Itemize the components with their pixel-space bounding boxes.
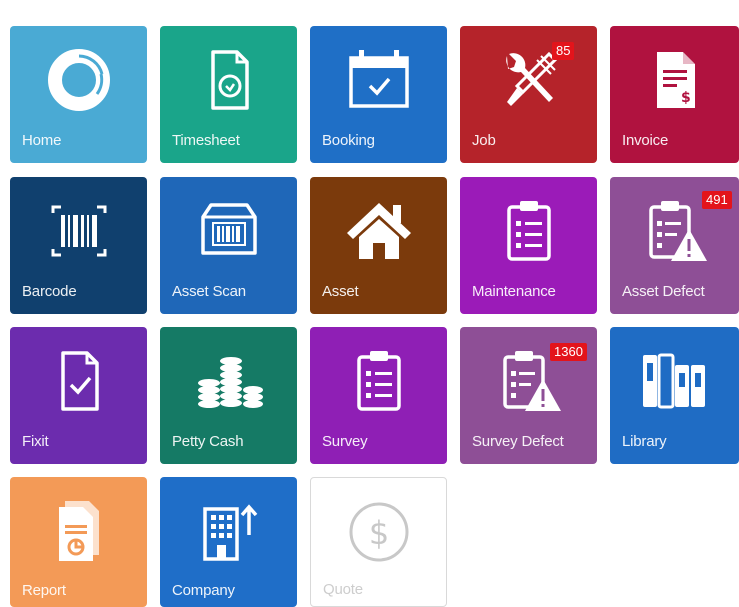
tile-survey-defect[interactable]: 1360 Survey Defect (460, 327, 597, 464)
notification-badge: 491 (702, 191, 732, 209)
tile-label: Survey (322, 433, 368, 450)
tile-maintenance[interactable]: Maintenance (460, 177, 597, 314)
tile-asset-defect[interactable]: 491 Asset Defect (610, 177, 739, 314)
tile-label: Quote (323, 581, 363, 598)
tile-label: Report (22, 582, 66, 599)
report-chart-icon (10, 493, 147, 569)
tile-survey[interactable]: Survey (310, 327, 447, 464)
tile-booking[interactable]: Booking (310, 26, 447, 163)
tile-company[interactable]: Company (160, 477, 297, 607)
tile-home[interactable]: Home (10, 26, 147, 163)
tile-label: Invoice (622, 132, 669, 149)
notification-badge: 1360 (550, 343, 587, 361)
tile-label: Home (22, 132, 62, 149)
clipboard-list-icon (460, 193, 597, 269)
tile-label: Maintenance (472, 283, 556, 300)
tile-timesheet[interactable]: Timesheet (160, 26, 297, 163)
tile-asset-scan[interactable]: Asset Scan (160, 177, 297, 314)
tile-label: Survey Defect (472, 433, 564, 450)
tools-icon (460, 42, 597, 118)
tile-petty-cash[interactable]: Petty Cash (160, 327, 297, 464)
barcode-icon (10, 193, 147, 269)
tile-label: Library (622, 433, 667, 450)
module-grid: Home Timesheet Booking 85 Job $ Invoice … (0, 0, 739, 607)
notification-badge: 85 (552, 42, 575, 60)
invoice-icon: $ (610, 42, 739, 118)
clipboard-list-icon (310, 343, 447, 419)
tile-label: Asset Scan (172, 283, 246, 300)
tile-label: Fixit (22, 433, 49, 450)
tile-asset[interactable]: Asset (310, 177, 447, 314)
donut-chart-icon (10, 42, 147, 118)
box-barcode-icon (160, 193, 297, 269)
tile-quote[interactable]: $ Quote (310, 477, 447, 607)
tile-label: Asset (322, 283, 359, 300)
binders-icon (610, 343, 739, 419)
tile-job[interactable]: 85 Job (460, 26, 597, 163)
coins-icon (160, 343, 297, 419)
building-arrow-icon (160, 493, 297, 569)
tile-label: Petty Cash (172, 433, 244, 450)
tile-label: Asset Defect (622, 283, 705, 300)
tile-report[interactable]: Report (10, 477, 147, 607)
tile-label: Timesheet (172, 132, 240, 149)
tile-library[interactable]: Library (610, 327, 739, 464)
svg-text:$: $ (368, 514, 388, 552)
svg-text:$: $ (681, 90, 691, 106)
document-check-icon (10, 343, 147, 419)
tile-label: Booking (322, 132, 375, 149)
tile-fixit[interactable]: Fixit (10, 327, 147, 464)
tile-label: Job (472, 132, 496, 149)
tile-label: Barcode (22, 283, 77, 300)
dollar-circle-icon: $ (311, 494, 446, 570)
clock-document-icon (160, 42, 297, 118)
tile-invoice[interactable]: $ Invoice (610, 26, 739, 163)
house-icon (310, 193, 447, 269)
calendar-check-icon (310, 42, 447, 118)
tile-label: Company (172, 582, 235, 599)
tile-barcode[interactable]: Barcode (10, 177, 147, 314)
